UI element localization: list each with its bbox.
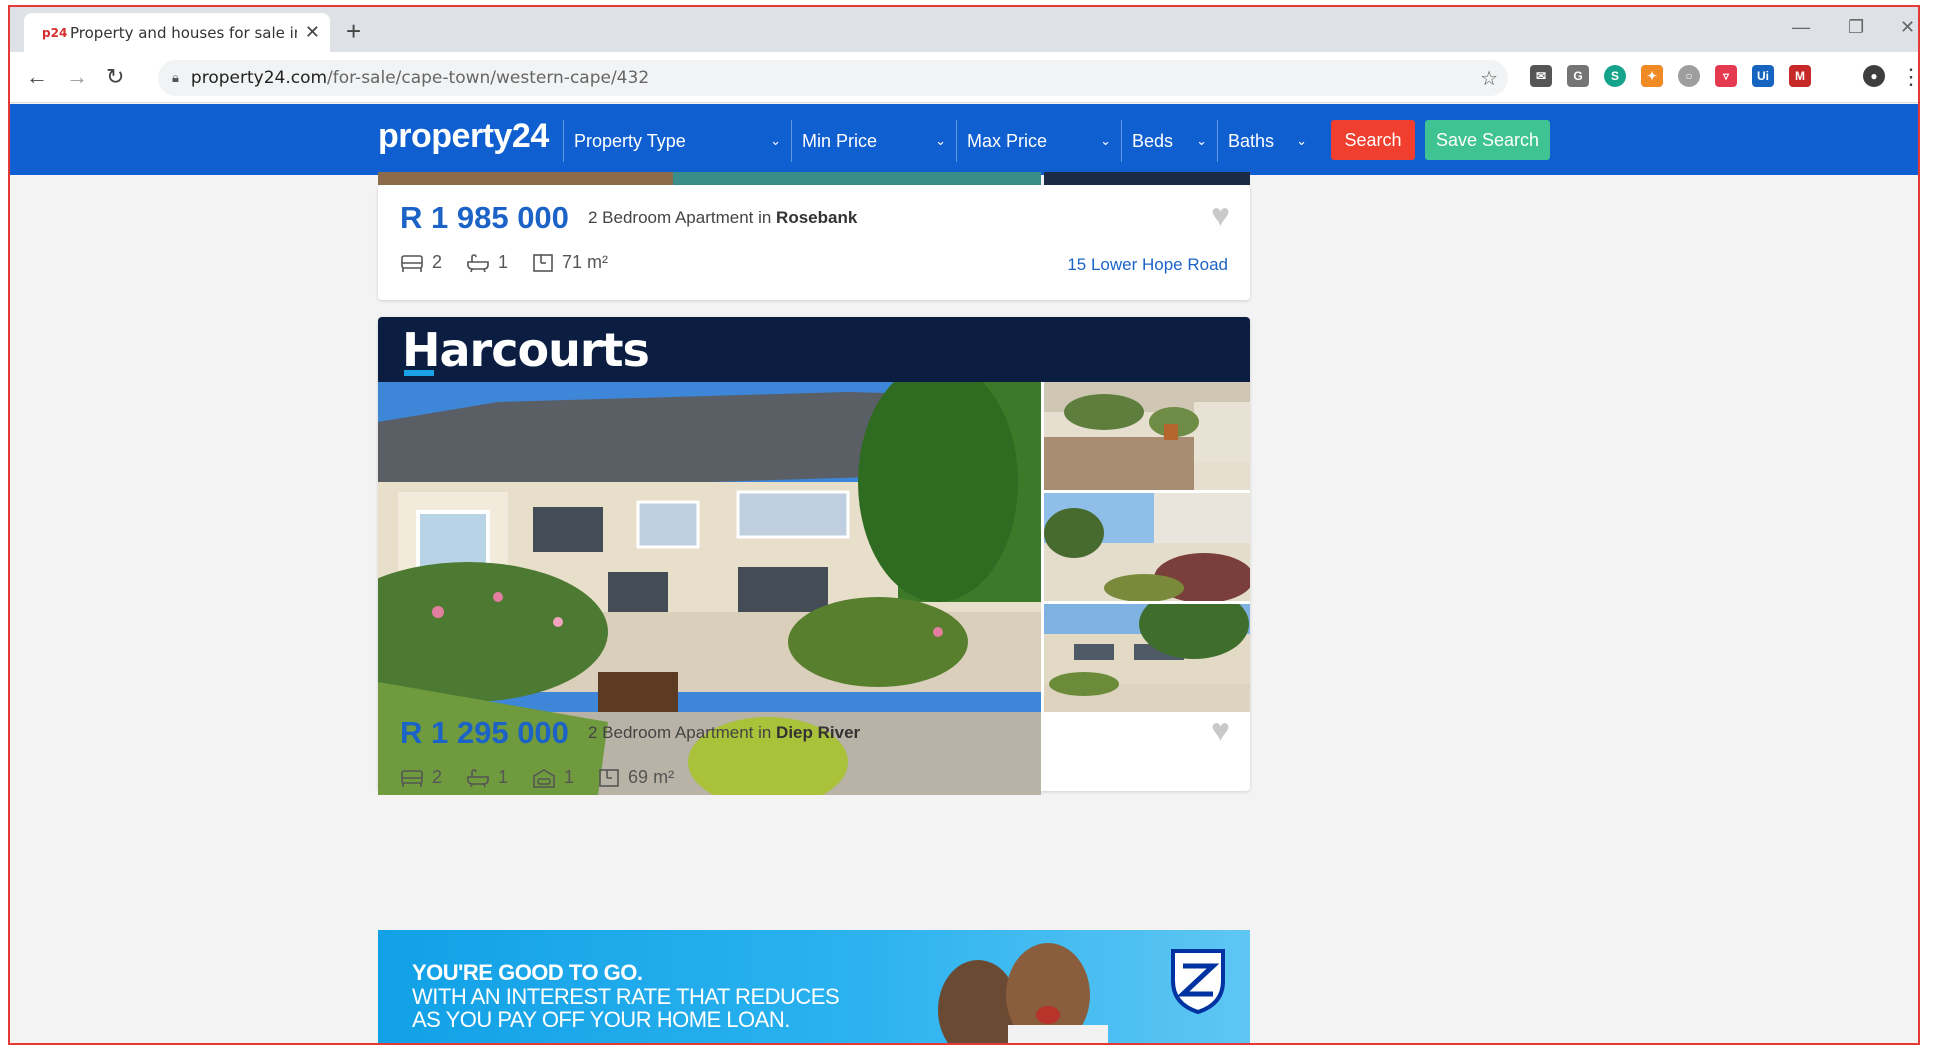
bedrooms-feature: 2 [400, 252, 442, 273]
beds-dropdown[interactable]: Beds ⌄ [1121, 120, 1217, 162]
bookmark-star-icon[interactable]: ☆ [1480, 66, 1498, 91]
new-tab-button[interactable]: + [346, 16, 361, 47]
chevron-down-icon: ⌄ [1196, 133, 1207, 148]
bath-icon [467, 768, 489, 787]
dropdown-label: Baths [1228, 130, 1275, 151]
ad-people-image [938, 943, 1108, 1043]
extension-ui-icon[interactable]: Ui [1752, 65, 1774, 87]
back-icon[interactable]: ← [26, 64, 48, 90]
dropdown-label: Min Price [802, 130, 878, 151]
garage-icon [533, 768, 555, 788]
tab-title: Property and houses for sale in C [70, 23, 297, 42]
bed-icon [401, 769, 423, 787]
profile-avatar[interactable]: ● [1863, 65, 1885, 87]
standard-bank-shield-icon [1171, 949, 1225, 1014]
reload-icon[interactable]: ↻ [106, 64, 124, 90]
standard-bank-ad-banner[interactable]: YOU'RE GOOD TO GO. WITH AN INTEREST RATE… [378, 930, 1250, 1043]
tab-strip: p24 Property and houses for sale in C ✕ … [10, 7, 1918, 52]
bathrooms-feature: 1 [466, 252, 508, 273]
listing-address-link[interactable]: 15 Lower Hope Road [1067, 255, 1228, 275]
browser-tab[interactable]: p24 Property and houses for sale in C ✕ [24, 13, 330, 52]
save-search-button[interactable]: Save Search [1425, 120, 1550, 160]
extension-s-icon[interactable]: S [1604, 65, 1626, 87]
listing-description: 2 Bedroom Apartment in Diep River [588, 723, 861, 742]
ad-text-line: AS YOU PAY OFF YOUR HOME LOAN. [412, 1007, 790, 1032]
floor-size-feature: 71 m² [532, 252, 608, 273]
extension-circle-icon[interactable]: ○ [1678, 65, 1700, 87]
bathrooms-feature: 1 [466, 767, 508, 788]
window-close-icon[interactable]: ✕ [1900, 17, 1915, 38]
chevron-down-icon: ⌄ [1296, 133, 1307, 148]
minimize-icon[interactable]: — [1792, 17, 1810, 38]
restore-icon[interactable]: ❐ [1848, 17, 1864, 38]
site-favicon-icon: p24 [42, 25, 68, 40]
agency-banner[interactable]: Harcourts [378, 317, 1250, 382]
property24-logo[interactable]: property24 [378, 117, 549, 156]
chevron-down-icon: ⌄ [770, 133, 781, 148]
extension-shield-icon[interactable]: M [1789, 65, 1811, 87]
floor-size-icon [533, 253, 553, 272]
listing-card[interactable]: Harcourts R 1 295 000 2 Bedroom Apartmen… [378, 317, 1250, 795]
courtyard-photo [1044, 382, 1250, 490]
max-price-dropdown[interactable]: Max Price ⌄ [956, 120, 1121, 162]
thumbnail-photo[interactable] [1044, 382, 1250, 490]
bath-icon [467, 253, 489, 272]
min-price-dropdown[interactable]: Min Price ⌄ [791, 120, 956, 162]
extension-mail-icon[interactable]: ✉ [1530, 65, 1552, 87]
extension-pocket-icon[interactable]: ▿ [1715, 65, 1737, 87]
favourite-heart-icon[interactable]: ♥ [1211, 712, 1230, 749]
listing-features: 2 1 1 69 m² [400, 767, 692, 788]
building-wall-photo [1044, 493, 1250, 601]
baths-dropdown[interactable]: Baths ⌄ [1217, 120, 1317, 162]
bedrooms-feature: 2 [400, 767, 442, 788]
chevron-down-icon: ⌄ [935, 133, 946, 148]
lock-icon: 🔒︎ [172, 70, 179, 85]
property-type-dropdown[interactable]: Property Type ⌄ [563, 120, 791, 162]
site-header: property24 Property Type ⌄ Min Price ⌄ M… [10, 104, 1918, 175]
dropdown-label: Property Type [574, 130, 686, 151]
favourite-heart-icon[interactable]: ♥ [1211, 197, 1230, 234]
dropdown-label: Beds [1132, 130, 1174, 151]
previous-listing-photo-strip [378, 172, 1250, 185]
listing-description: 2 Bedroom Apartment in Rosebank [588, 208, 858, 227]
url-text: property24.com/for-sale/cape-town/wester… [190, 68, 650, 88]
chevron-down-icon: ⌄ [1100, 133, 1111, 148]
thumbnail-photo[interactable] [1044, 493, 1250, 601]
extension-g-icon[interactable]: G [1567, 65, 1589, 87]
floor-size-feature: 69 m² [598, 767, 674, 788]
browser-window: p24 Property and houses for sale in C ✕ … [8, 5, 1920, 1045]
forward-icon[interactable]: → [66, 64, 88, 90]
harcourts-logo-underline [404, 370, 434, 376]
search-button[interactable]: Search [1331, 120, 1415, 160]
ad-headline: YOU'RE GOOD TO GO. [412, 960, 643, 985]
listing-features: 2 1 71 m² [400, 252, 626, 273]
dropdown-label: Max Price [967, 130, 1048, 151]
browser-toolbar: ← → ↻ 🔒︎ property24.com/for-sale/cape-to… [10, 52, 1918, 103]
address-bar[interactable]: 🔒︎ property24.com/for-sale/cape-town/wes… [158, 60, 1508, 96]
bed-icon [401, 254, 423, 272]
tab-close-icon[interactable]: ✕ [305, 22, 320, 43]
exterior-photo [1044, 604, 1250, 712]
extension-fox-icon[interactable]: ✦ [1641, 65, 1663, 87]
thumbnail-photo[interactable] [1044, 604, 1250, 712]
browser-menu-icon[interactable]: ⋮ [1900, 64, 1918, 90]
floor-size-icon [599, 768, 619, 787]
listing-price: R 1 985 000 [400, 200, 569, 235]
listing-card[interactable]: R 1 985 000 2 Bedroom Apartment in Roseb… [378, 185, 1250, 300]
parking-feature: 1 [532, 767, 574, 788]
harcourts-logo: Harcourts [402, 323, 650, 377]
listing-price: R 1 295 000 [400, 715, 569, 750]
